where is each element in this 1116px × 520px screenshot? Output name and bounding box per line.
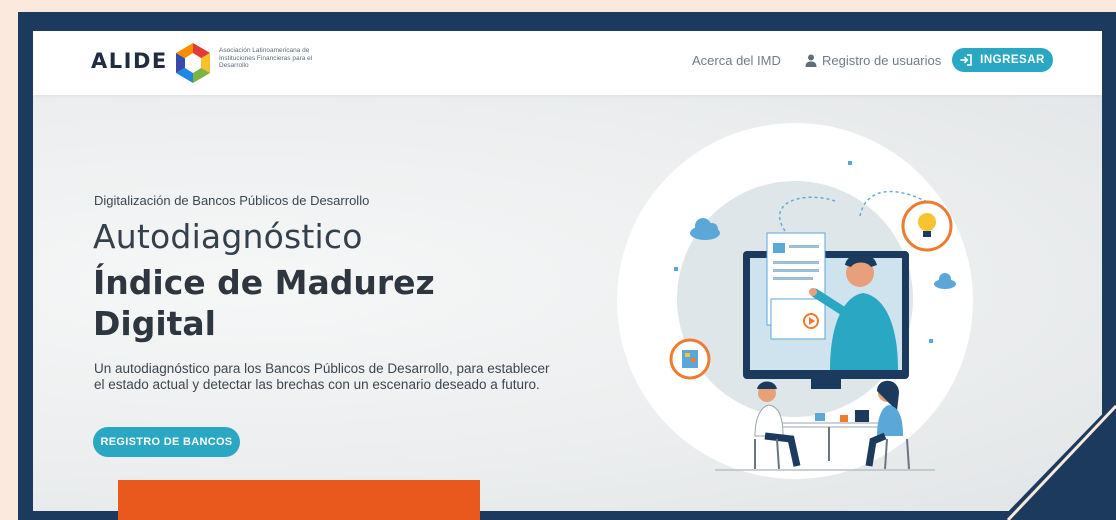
user-icon [805, 54, 817, 67]
hero-title-line2: Índice de Madurez Digital [93, 263, 435, 343]
outer-frame: ALIDE Asociación Latinoamericana de Inst… [0, 0, 1116, 520]
browser-page: ALIDE Asociación Latinoamericana de Inst… [33, 31, 1102, 511]
brand-tagline: Asociación Latinoamericana de Institucio… [219, 47, 313, 69]
hero-title-line1: Autodiagnóstico [93, 217, 363, 256]
nav-about-link[interactable]: Acerca del IMD [692, 53, 781, 68]
site-header: ALIDE Asociación Latinoamericana de Inst… [33, 31, 1102, 95]
bank-registration-button[interactable]: REGISTRO DE BANCOS [93, 427, 240, 457]
login-button[interactable]: INGRESAR [952, 48, 1053, 72]
login-button-label: INGRESAR [980, 54, 1045, 66]
nav-register-users-link[interactable]: Registro de usuarios [805, 53, 941, 68]
login-icon [960, 54, 972, 66]
brand-logo-icon[interactable] [171, 41, 215, 85]
orange-decorative-block [118, 480, 480, 520]
corner-decoration [1000, 400, 1116, 520]
hero-kicker: Digitalización de Bancos Públicos de Des… [94, 193, 370, 208]
online-meeting-illustration [617, 123, 973, 479]
hero-description: Un autodiagnóstico para los Bancos Públi… [94, 361, 550, 392]
brand-logo-text[interactable]: ALIDE [91, 49, 168, 73]
nav-register-users-label: Registro de usuarios [822, 53, 942, 68]
